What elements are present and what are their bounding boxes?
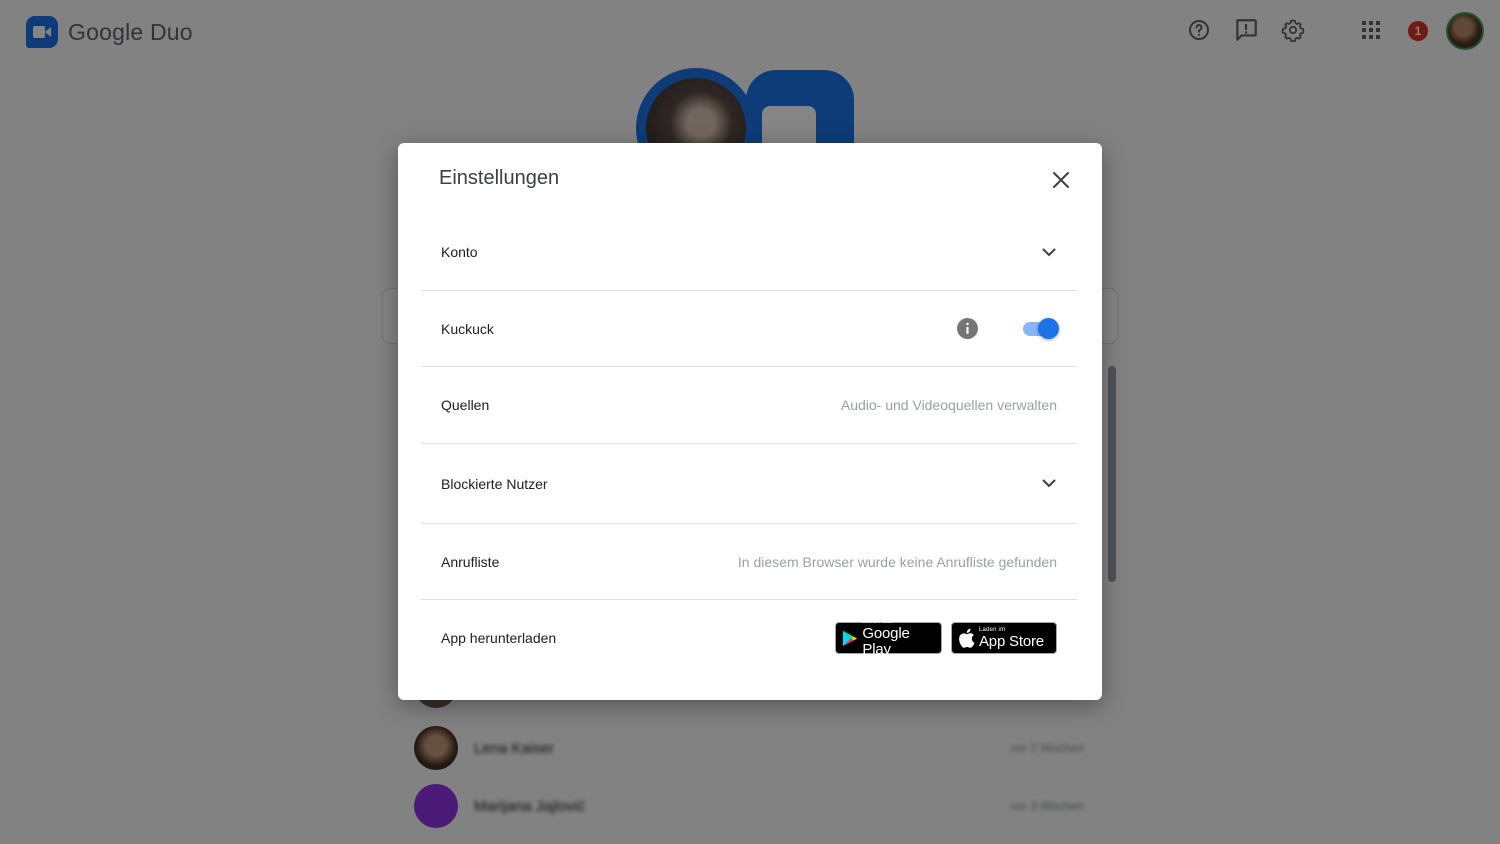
quellen-hint[interactable]: Audio- und Videoquellen verwalten: [841, 397, 1057, 413]
apple-icon: [959, 628, 975, 648]
chevron-down-icon[interactable]: [1037, 472, 1061, 496]
row-kuckuck: Kuckuck: [421, 291, 1077, 367]
quellen-label: Quellen: [441, 397, 490, 413]
app-store-text: App Store: [979, 632, 1044, 650]
row-anrufliste: Anrufliste In diesem Browser wurde keine…: [421, 524, 1077, 600]
row-blockierte-nutzer[interactable]: Blockierte Nutzer: [421, 444, 1077, 524]
row-konto[interactable]: Konto: [421, 214, 1077, 291]
blockierte-nutzer-label: Blockierte Nutzer: [441, 475, 548, 492]
konto-label: Konto: [441, 244, 478, 260]
close-button[interactable]: [1046, 165, 1076, 195]
google-play-badge[interactable]: JETZT BEI Google Play: [835, 619, 942, 657]
chevron-down-icon[interactable]: [1037, 240, 1061, 264]
kuckuck-label: Kuckuck: [441, 320, 494, 337]
google-play-text: Google Play: [862, 624, 910, 658]
close-icon: [1053, 172, 1069, 188]
google-play-icon: [842, 630, 858, 646]
dialog-title: Einstellungen: [439, 167, 560, 189]
info-icon[interactable]: [956, 318, 978, 340]
app-store-badge[interactable]: Laden im App Store: [951, 622, 1057, 654]
kuckuck-toggle[interactable]: [1021, 317, 1059, 340]
anrufliste-hint: In diesem Browser wurde keine Anrufliste…: [737, 553, 1057, 570]
row-quellen[interactable]: Quellen Audio- und Videoquellen verwalte…: [421, 367, 1077, 444]
settings-dialog: Einstellungen Konto Kuckuck Quellen Audi…: [398, 143, 1102, 700]
row-app-herunterladen: App herunterladen JETZT BEI Google Play: [421, 600, 1077, 676]
anrufliste-label: Anrufliste: [441, 553, 500, 570]
app-herunterladen-label: App herunterladen: [441, 630, 557, 646]
